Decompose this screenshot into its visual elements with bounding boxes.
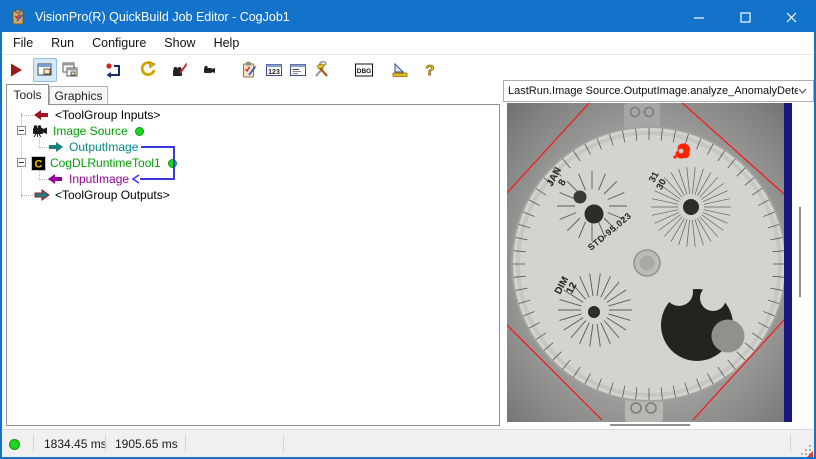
status-bar: 1834.45 ms 1905.65 ms (2, 429, 814, 457)
image-display[interactable]: JAN 8 31 30 STD-95.023 DIM 12 (507, 103, 792, 422)
camera-tool-icon (33, 125, 47, 138)
title-bar[interactable]: VisionPro(R) QuickBuild Job Editor - Cog… (2, 2, 814, 32)
output-arrow-icon (49, 142, 63, 152)
tool-status-dot (134, 126, 144, 136)
options-icon[interactable] (311, 59, 333, 81)
collapse-toggle[interactable] (17, 158, 26, 167)
debug-icon[interactable]: DBG (353, 59, 375, 81)
menu-file[interactable]: File (4, 33, 42, 53)
tree-label: Image Source (53, 124, 128, 138)
connection-line (141, 146, 175, 148)
tree-row-cogdlruntimetool1[interactable]: C CogDLRuntimeTool1 (31, 155, 177, 171)
tree-row-image-source[interactable]: Image Source (31, 123, 144, 139)
statusbar-separator (283, 435, 284, 452)
tree-label: <ToolGroup Outputs> (55, 188, 170, 202)
tree-row-toolgroup-inputs[interactable]: <ToolGroup Inputs> (33, 107, 160, 123)
resize-grip[interactable] (799, 443, 813, 457)
tree-row-outputimage[interactable]: OutputImage (47, 139, 138, 155)
svg-text:123: 123 (268, 69, 280, 76)
svg-text:?: ? (425, 62, 434, 79)
minimize-button[interactable] (676, 2, 722, 32)
watch-dial-image: JAN 8 31 30 STD-95.023 DIM 12 (507, 103, 792, 422)
tree-guide (21, 115, 33, 116)
svg-text:DBG: DBG (357, 68, 371, 75)
bracelet-top (624, 103, 660, 130)
maximize-button[interactable] (722, 2, 768, 32)
help-icon[interactable]: ? (419, 59, 441, 81)
tree-row-toolgroup-outputs[interactable]: <ToolGroup Outputs> (33, 187, 170, 203)
status-led (9, 439, 20, 450)
input-arrow-icon (34, 110, 48, 120)
menu-help[interactable]: Help (205, 33, 249, 53)
statusbar-separator (33, 435, 34, 452)
properties-icon[interactable] (287, 59, 309, 81)
image-side-bar (784, 103, 792, 422)
chevron-down-icon (798, 88, 807, 94)
svg-text:C: C (35, 158, 43, 170)
dl-tool-icon: C (31, 155, 46, 171)
vertical-scrollbar-thumb[interactable] (799, 207, 801, 297)
menu-configure[interactable]: Configure (83, 33, 155, 53)
app-icon (12, 9, 24, 25)
tab-graphics[interactable]: Graphics (49, 86, 108, 105)
posted-items-icon[interactable]: 123 (263, 59, 285, 81)
record-selector-value: LastRun.Image Source.OutputImage.analyze… (508, 85, 798, 97)
connection-line (140, 178, 175, 180)
connection-arrowhead (131, 174, 140, 184)
tab-tools[interactable]: Tools (6, 84, 49, 105)
tree-row-inputimage[interactable]: InputImage (47, 171, 129, 187)
statusbar-separator (185, 435, 186, 452)
statusbar-separator (105, 435, 106, 452)
input-arrow-icon (48, 174, 62, 184)
connection-line (173, 146, 175, 180)
refresh-icon[interactable] (137, 59, 159, 81)
tree-label: InputImage (69, 172, 130, 186)
menu-run[interactable]: Run (42, 33, 83, 53)
total-time-value: 1905.65 ms (115, 437, 178, 451)
tree-label: OutputImage (69, 140, 139, 154)
maximize-icon (739, 11, 751, 23)
tree-guide (21, 195, 33, 196)
horizontal-scrollbar-thumb[interactable] (610, 424, 690, 426)
record-selector-combobox[interactable]: LastRun.Image Source.OutputImage.analyze… (503, 80, 814, 102)
close-button[interactable] (768, 2, 814, 32)
collapse-toggle[interactable] (17, 126, 26, 135)
tree-label: CogDLRuntimeTool1 (50, 156, 161, 170)
menu-show[interactable]: Show (155, 33, 204, 53)
run-time-value: 1834.45 ms (44, 437, 107, 451)
run-icon[interactable] (5, 59, 27, 81)
statusbar-separator (790, 435, 791, 452)
output-arrow-icon (34, 189, 50, 201)
camera-icon[interactable] (197, 59, 219, 81)
measure-icon[interactable] (389, 59, 411, 81)
edit-acquisition-icon[interactable] (169, 59, 191, 81)
cascade-windows-icon[interactable] (59, 59, 81, 81)
tree-label: <ToolGroup Inputs> (55, 108, 161, 122)
reset-icon[interactable] (103, 59, 125, 81)
tool-tree-panel: <ToolGroup Inputs> Image Source OutputIm… (6, 104, 500, 426)
close-icon (786, 12, 796, 22)
menu-bar: File Run Configure Show Help (2, 32, 814, 55)
minimize-icon (693, 16, 704, 19)
app-window: VisionPro(R) QuickBuild Job Editor - Cog… (0, 0, 816, 459)
job-edit-icon[interactable] (239, 59, 261, 81)
show-job-icon[interactable] (33, 58, 57, 82)
window-title: VisionPro(R) QuickBuild Job Editor - Cog… (35, 10, 290, 24)
